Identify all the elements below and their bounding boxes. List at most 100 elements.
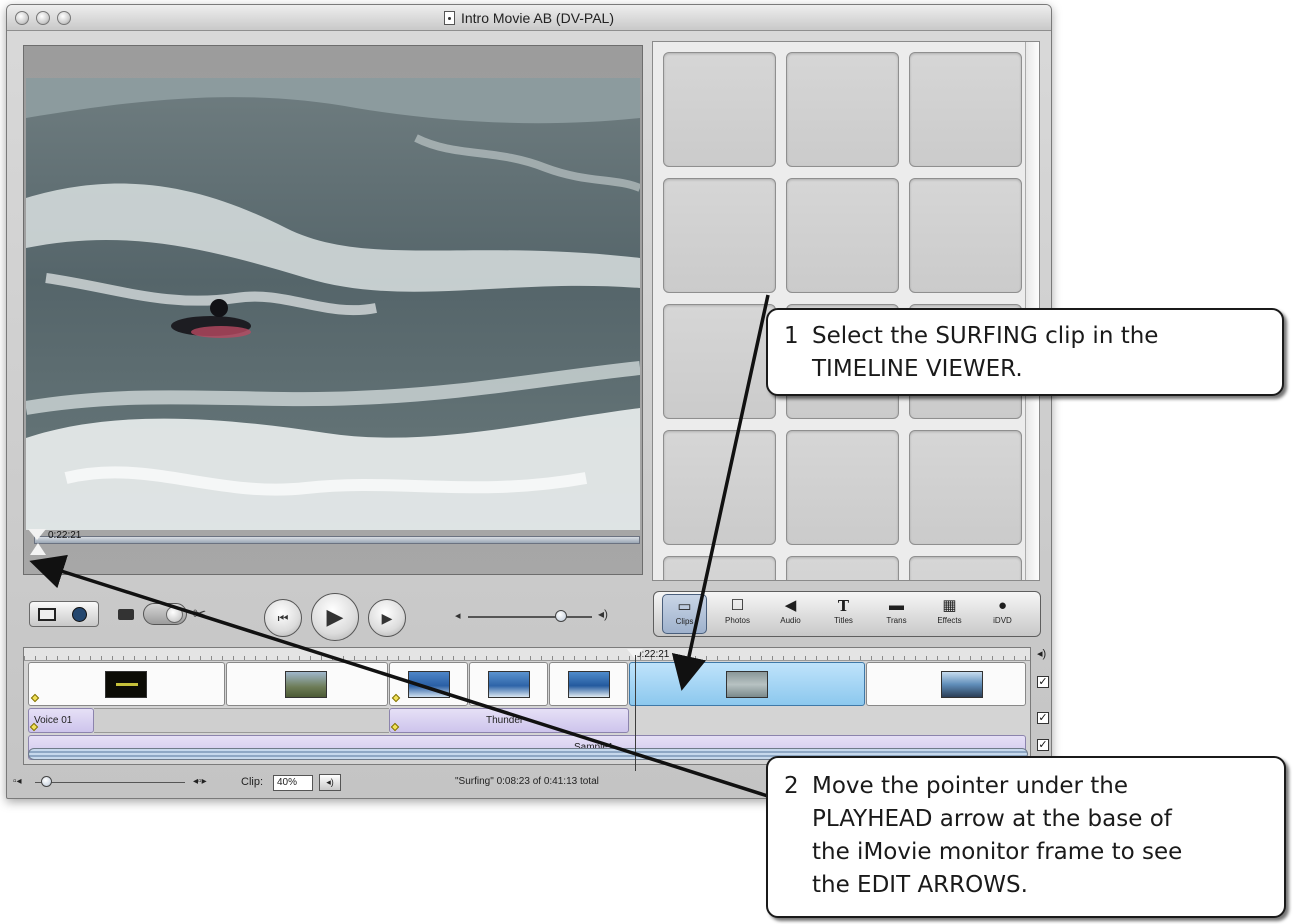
shelf-slot[interactable] (786, 556, 899, 580)
audio-track2-checkbox[interactable]: ✓ (1037, 739, 1049, 751)
clip-thumbnail (285, 671, 327, 698)
video-track (24, 662, 1030, 706)
volume-low-icon: ◂ (455, 610, 461, 622)
clip-marker-icon (30, 693, 40, 703)
play-button[interactable]: ▶ (311, 593, 359, 641)
clip-thumbnail (105, 671, 147, 698)
volume-high-icon: ◂) (598, 607, 609, 621)
pane-button-trans[interactable]: ▬ Trans (874, 594, 919, 634)
audio-clip-label: Voice 01 (34, 715, 73, 726)
audio-clip-thunder[interactable]: Thunder (389, 708, 629, 733)
clip-view-icon[interactable] (38, 608, 56, 621)
rewind-icon: ⏮ (277, 610, 289, 625)
clip-thumbnail (488, 671, 530, 698)
pane-button-label: Clips (675, 617, 694, 626)
window-title-wrap: Intro Movie AB (DV-PAL) (7, 10, 1051, 26)
video-clip[interactable] (226, 662, 388, 706)
clips-icon: ▭ (677, 598, 692, 615)
shelf-slot[interactable] (663, 556, 776, 580)
shelf-slot[interactable] (663, 304, 776, 419)
audio-track-1: Voice 01 Thunder (24, 708, 1030, 733)
toggle-knob[interactable] (166, 606, 183, 623)
surfing-video-image (26, 78, 640, 530)
callout-number: 2 (784, 773, 799, 799)
shelf-slot[interactable] (663, 430, 776, 545)
camera-icon (118, 609, 134, 620)
scrubber-bar[interactable] (34, 536, 640, 544)
volume-slider-track[interactable] (468, 616, 592, 618)
pane-button-clips[interactable]: ▭ Clips (662, 594, 707, 634)
pane-button-label: Titles (834, 616, 853, 625)
edit-arrow-icon[interactable] (30, 543, 46, 555)
pane-button-titles[interactable]: T Titles (821, 594, 866, 634)
play-icon: ▶ (326, 604, 344, 629)
clip-thumbnail (408, 671, 450, 698)
shelf-slot[interactable] (663, 52, 776, 167)
shelf-slot[interactable] (786, 52, 899, 167)
audio-clip-label: Thunder (486, 715, 524, 726)
clip-thumbnail (726, 671, 768, 698)
shelf-slot[interactable] (663, 178, 776, 293)
clip-marker-icon (391, 693, 401, 703)
full-screen-play-icon: ▶ (381, 609, 393, 626)
volume-slider-knob[interactable] (555, 610, 567, 622)
pane-button-label: Trans (886, 616, 907, 625)
callout-text: Move the pointer under the PLAYHEAD arro… (812, 773, 1183, 898)
audio-icon: ◀ (784, 597, 797, 614)
pane-button-label: Effects (937, 616, 962, 625)
clip-marker-icon (390, 722, 400, 732)
timeline-ruler[interactable] (24, 648, 1030, 661)
imovie-window: Intro Movie AB (DV-PAL) 0:22:21 ✂ ⏮ ▶ ▶ … (6, 4, 1052, 799)
timeline-viewer: 0:22:21 Voice 01 Thunder (23, 647, 1031, 765)
zoom-out-icon[interactable]: ▫◂ (13, 776, 22, 787)
play-full-screen-button[interactable]: ▶ (368, 599, 406, 637)
idvd-icon: ● (997, 597, 1008, 614)
audio-track1-checkbox[interactable]: ✓ (1037, 712, 1049, 724)
video-clip[interactable] (469, 662, 548, 706)
rewind-button[interactable]: ⏮ (264, 599, 302, 637)
pane-button-photos[interactable]: ☐ Photos (715, 594, 760, 634)
pane-button-effects[interactable]: ▦ Effects (927, 594, 972, 634)
video-clip[interactable] (389, 662, 468, 706)
imovie-monitor: 0:22:21 (23, 45, 643, 575)
monitor-video-frame (26, 78, 640, 530)
pane-button-label: Audio (780, 616, 801, 625)
callout-step-2: 2 Move the pointer under the PLAYHEAD ar… (766, 756, 1286, 918)
edit-mode-switch[interactable] (29, 601, 99, 627)
video-clip[interactable] (28, 662, 225, 706)
clip-thumbnail (568, 671, 610, 698)
shelf-slot[interactable] (909, 556, 1022, 580)
shelf-slot[interactable] (786, 178, 899, 293)
video-clip[interactable] (549, 662, 628, 706)
shelf-slot[interactable] (909, 430, 1022, 545)
pane-button-idvd[interactable]: ● iDVD (980, 594, 1025, 634)
shelf-slot[interactable] (786, 430, 899, 545)
clip-volume-field[interactable]: 40% (273, 775, 313, 791)
document-icon (443, 11, 455, 25)
titles-icon: T (837, 597, 850, 615)
photos-icon: ☐ (730, 597, 745, 614)
pane-button-audio[interactable]: ◀ Audio (768, 594, 813, 634)
audio-clip-voice[interactable]: Voice 01 (28, 708, 94, 733)
shelf-slot[interactable] (909, 52, 1022, 167)
window-title: Intro Movie AB (DV-PAL) (460, 10, 614, 26)
monitor-playhead[interactable] (28, 529, 46, 540)
video-track-checkbox[interactable]: ✓ (1037, 676, 1049, 688)
timeline-playhead-line (635, 655, 636, 771)
pane-button-label: Photos (725, 616, 750, 625)
pane-button-bar: ▭ Clips ☐ Photos ◀ Audio T Titles ▬ Trans ▦ Ef… (653, 591, 1041, 637)
camera-edit-toggle[interactable] (143, 603, 187, 625)
zoom-in-icon[interactable]: ◂▫▸ (193, 776, 207, 787)
timeline-zoom-knob[interactable] (41, 776, 52, 787)
track-volume-icon: ◂) (1037, 648, 1047, 660)
scissors-icon: ✂ (193, 606, 207, 623)
shelf-slot[interactable] (909, 178, 1022, 293)
clip-thumbnail (941, 671, 983, 698)
video-clip[interactable] (866, 662, 1026, 706)
time-view-icon[interactable] (72, 607, 87, 622)
callout-number: 1 (784, 323, 799, 349)
title-bar: Intro Movie AB (DV-PAL) (7, 5, 1051, 31)
clip-volume-icon[interactable]: ◂) (319, 774, 341, 791)
surfing-clip-selected[interactable] (629, 662, 865, 706)
timeline-zoom-track[interactable] (35, 782, 185, 783)
